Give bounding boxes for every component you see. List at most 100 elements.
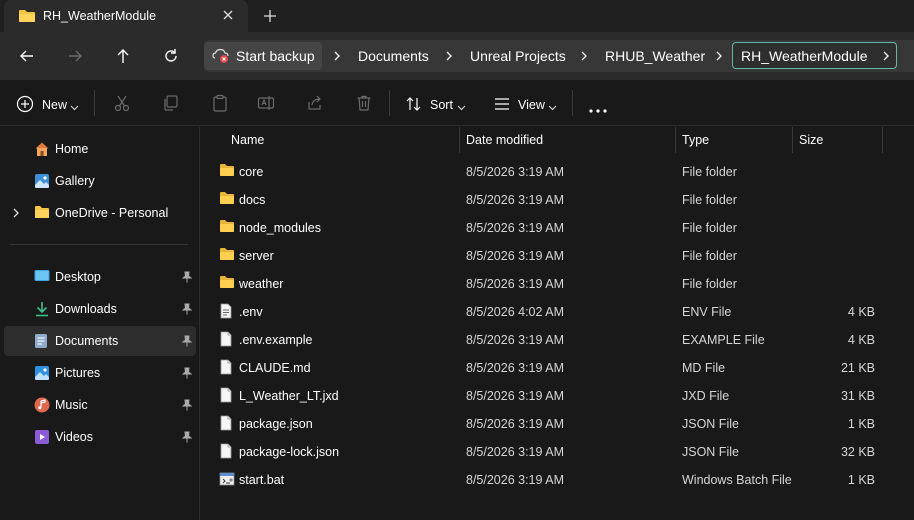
table-row[interactable]: L_Weather_LT.jxd 8/5/2026 3:19 AM JXD File… <box>201 381 914 409</box>
file-name: server <box>239 249 274 263</box>
sort-icon[interactable] <box>405 95 423 116</box>
pin-icon[interactable] <box>181 399 193 414</box>
nav-item-gallery[interactable]: Gallery <box>4 166 196 196</box>
column-header-date[interactable]: Date modified <box>460 127 675 153</box>
chevron-right-icon[interactable] <box>881 49 891 66</box>
nav-item-desktop[interactable]: Desktop <box>4 262 196 292</box>
view-button[interactable]: View <box>518 98 545 112</box>
table-row[interactable]: core 8/5/2026 3:19 AM File folder <box>201 157 914 185</box>
pin-icon[interactable] <box>181 367 193 382</box>
column-label: Date modified <box>466 133 544 147</box>
file-date-modified: 8/5/2026 3:19 AM <box>466 473 564 487</box>
column-header-name[interactable]: Name <box>225 127 459 153</box>
new-tab-icon[interactable] <box>262 8 278 24</box>
title-bar: RH_WeatherModule <box>0 0 914 32</box>
downloads-icon <box>34 301 50 320</box>
folder-icon <box>219 163 235 180</box>
file-size: 32 KB <box>840 445 875 459</box>
file-date-modified: 8/5/2026 3:19 AM <box>466 165 564 179</box>
table-row[interactable]: node_modules 8/5/2026 3:19 AM File folder <box>201 213 914 241</box>
folder-icon <box>219 219 235 236</box>
file-type: File folder <box>682 221 737 235</box>
sort-button[interactable]: Sort <box>430 98 453 112</box>
file-type: JSON File <box>682 445 739 459</box>
copy-icon[interactable] <box>162 94 180 115</box>
column-header-size[interactable]: Size <box>793 127 882 153</box>
divider <box>389 90 390 116</box>
breadcrumb-rhub-weather[interactable]: RHUB_Weather <box>605 48 705 64</box>
paste-icon[interactable] <box>211 94 229 115</box>
nav-item-downloads[interactable]: Downloads <box>4 294 196 324</box>
file-type: File folder <box>682 193 737 207</box>
navigation-pane: Home Gallery OneDrive - Personal Desktop… <box>0 127 200 520</box>
nav-item-videos[interactable]: Videos <box>4 422 196 452</box>
nav-item-documents[interactable]: Documents <box>4 326 196 356</box>
file-name: core <box>239 165 264 179</box>
file-date-modified: 8/5/2026 3:19 AM <box>466 333 564 347</box>
table-row[interactable]: server 8/5/2026 3:19 AM File folder <box>201 241 914 269</box>
nav-label: OneDrive - Personal <box>55 206 169 220</box>
back-arrow-icon[interactable] <box>17 46 37 66</box>
column-label: Size <box>799 133 824 147</box>
table-row[interactable]: start.bat 8/5/2026 3:19 AM Windows Batch F… <box>201 465 914 493</box>
start-backup-button[interactable]: Start backup <box>204 42 322 70</box>
close-tab-icon[interactable] <box>220 7 236 23</box>
table-row[interactable]: package-lock.json 8/5/2026 3:19 AM JSON Fi… <box>201 437 914 465</box>
new-plus-icon[interactable] <box>16 95 34 116</box>
file-size: 31 KB <box>840 389 875 403</box>
file-date-modified: 8/5/2026 3:19 AM <box>466 417 564 431</box>
column-header-type[interactable]: Type <box>676 127 792 153</box>
nav-item-pictures[interactable]: Pictures <box>4 358 196 388</box>
rename-icon[interactable] <box>257 94 275 115</box>
breadcrumb-unreal-projects[interactable]: Unreal Projects <box>470 48 566 64</box>
breadcrumb-current-folder[interactable]: RH_WeatherModule <box>732 42 897 69</box>
pin-icon[interactable] <box>181 271 193 286</box>
window-tab[interactable]: RH_WeatherModule <box>4 0 248 32</box>
folder-icon <box>219 247 235 264</box>
view-icon[interactable] <box>493 95 511 116</box>
cut-icon[interactable] <box>113 94 131 115</box>
file-icon <box>219 331 233 350</box>
up-arrow-icon[interactable] <box>113 46 133 66</box>
pin-icon[interactable] <box>181 335 193 350</box>
backup-warning-icon <box>212 48 230 67</box>
nav-item-music[interactable]: Music <box>4 390 196 420</box>
table-row[interactable]: weather 8/5/2026 3:19 AM File folder <box>201 269 914 297</box>
file-name: .env <box>239 305 263 319</box>
table-row[interactable]: package.json 8/5/2026 3:19 AM JSON File 1 K… <box>201 409 914 437</box>
file-type: JXD File <box>682 389 730 403</box>
pin-icon[interactable] <box>181 303 193 318</box>
refresh-icon[interactable] <box>161 46 181 66</box>
nav-item-home[interactable]: Home <box>4 134 196 164</box>
folder-icon <box>219 191 235 208</box>
table-row[interactable]: .env 8/5/2026 4:02 AM ENV File 4 KB <box>201 297 914 325</box>
chevron-right-icon <box>331 49 343 63</box>
nav-label: Pictures <box>55 366 101 380</box>
more-options-icon[interactable] <box>589 102 607 116</box>
table-row[interactable]: .env.example 8/5/2026 3:19 AM EXAMPLE File… <box>201 325 914 353</box>
chevron-down-icon[interactable] <box>548 100 557 114</box>
delete-icon[interactable] <box>355 94 373 115</box>
file-name: package.json <box>239 417 313 431</box>
nav-item-onedrive[interactable]: OneDrive - Personal <box>4 198 196 228</box>
documents-icon <box>34 333 48 352</box>
chevron-down-icon[interactable] <box>70 100 79 114</box>
address-breadcrumb[interactable]: Start backup Documents Unreal Projects R… <box>204 40 914 72</box>
column-label: Type <box>682 133 710 147</box>
file-name: .env.example <box>239 333 313 347</box>
share-icon[interactable] <box>306 94 324 115</box>
new-button[interactable]: New <box>42 98 67 112</box>
table-row[interactable]: CLAUDE.md 8/5/2026 3:19 AM MD File 21 KB <box>201 353 914 381</box>
chevron-right-icon[interactable] <box>12 207 20 222</box>
forward-arrow-icon[interactable] <box>65 46 85 66</box>
file-size: 1 KB <box>847 473 875 487</box>
nav-label: Home <box>55 142 89 156</box>
column-divider[interactable] <box>882 127 883 153</box>
table-row[interactable]: docs 8/5/2026 3:19 AM File folder <box>201 185 914 213</box>
breadcrumb-documents[interactable]: Documents <box>358 48 429 64</box>
chevron-down-icon[interactable] <box>457 100 466 114</box>
nav-label: Videos <box>55 430 93 444</box>
videos-icon <box>34 429 50 448</box>
pin-icon[interactable] <box>181 431 193 446</box>
config-file-icon <box>219 303 233 322</box>
